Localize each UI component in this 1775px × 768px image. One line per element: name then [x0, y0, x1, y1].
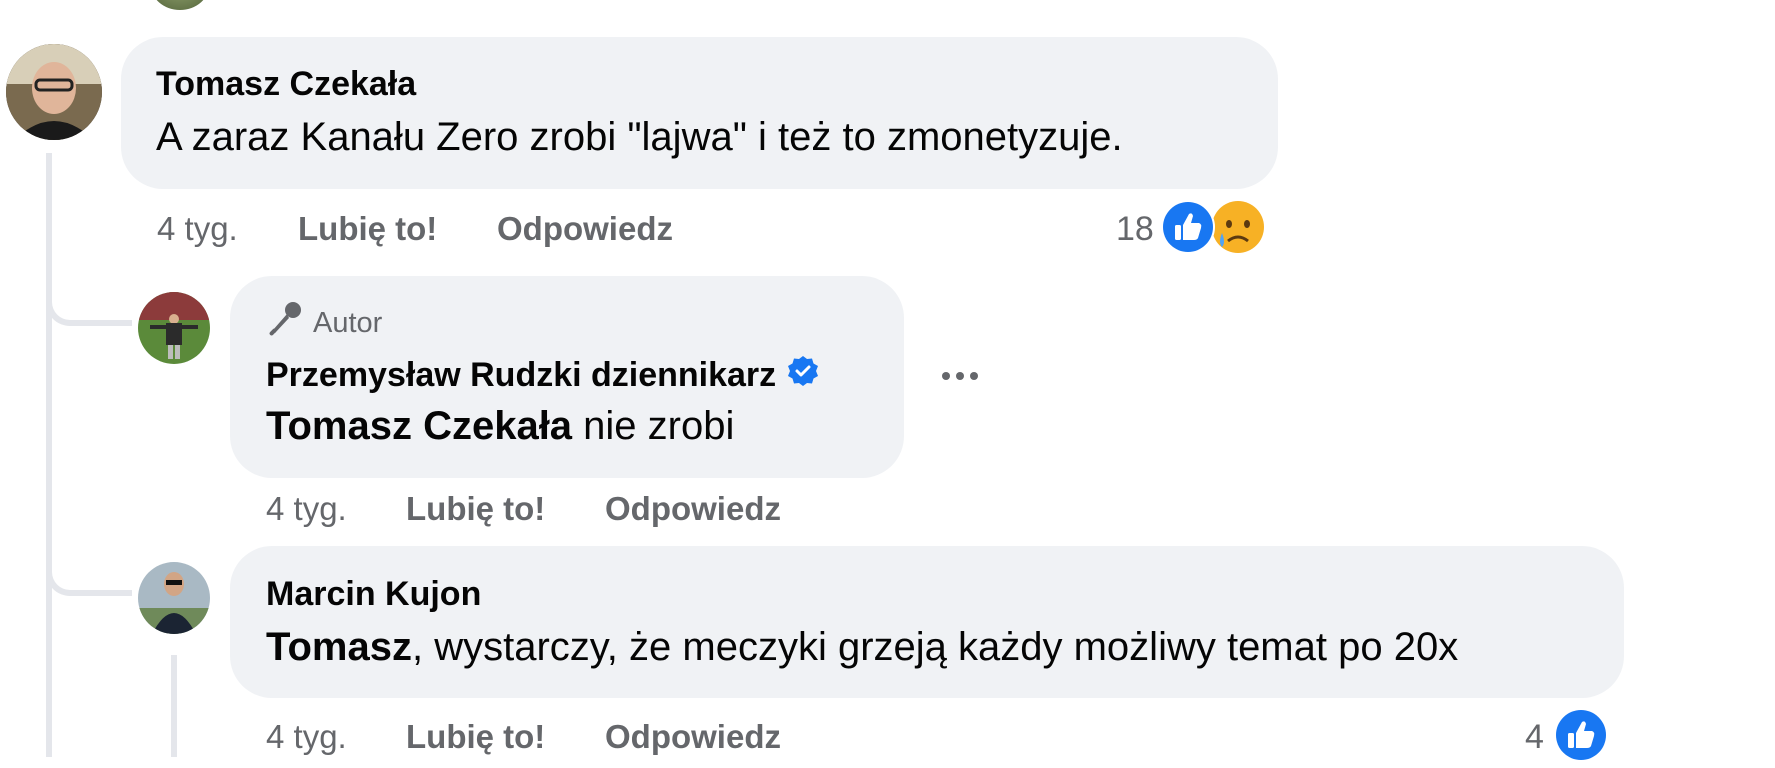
- mention-link[interactable]: Tomasz: [266, 625, 412, 669]
- more-dot: [970, 372, 978, 380]
- reply-author-name[interactable]: Przemysław Rudzki dziennikarz: [266, 354, 820, 397]
- thread-line: [46, 153, 52, 757]
- mention-link[interactable]: Tomasz Czekała: [266, 404, 572, 448]
- reply-button[interactable]: Odpowiedz: [605, 718, 781, 756]
- reaction-count[interactable]: 4: [1525, 718, 1544, 757]
- reply-bubble: [230, 546, 1624, 698]
- reply-text: Tomasz, wystarczy, że meczyki grzeją każ…: [266, 625, 1458, 670]
- avatar[interactable]: [138, 562, 210, 634]
- like-button[interactable]: Lubię to!: [406, 490, 545, 528]
- reaction-count[interactable]: 18: [1116, 210, 1154, 249]
- avatar[interactable]: [6, 44, 102, 140]
- more-dot: [942, 372, 950, 380]
- thread-line: [171, 655, 177, 757]
- comment-author-name[interactable]: Tomasz Czekała: [156, 65, 416, 104]
- verified-badge-icon: [786, 354, 820, 397]
- reply-text: Tomasz Czekała nie zrobi: [266, 404, 734, 449]
- like-button[interactable]: Lubię to!: [298, 210, 437, 248]
- reply-author-name[interactable]: Marcin Kujon: [266, 575, 481, 614]
- reply-timestamp[interactable]: 4 tyg.: [266, 490, 347, 528]
- reply-author-label: Przemysław Rudzki dziennikarz: [266, 356, 777, 394]
- reply-text-body: nie zrobi: [572, 404, 735, 448]
- author-badge: Autor: [265, 300, 382, 346]
- more-dot: [956, 372, 964, 380]
- reply-text-body: , wystarczy, że meczyki grzeją każdy moż…: [411, 625, 1459, 669]
- like-icon: [1553, 707, 1609, 763]
- like-button[interactable]: Lubię to!: [406, 718, 545, 756]
- reply-timestamp[interactable]: 4 tyg.: [266, 718, 347, 756]
- avatar[interactable]: [150, 0, 210, 10]
- microphone-icon: [265, 300, 303, 346]
- thread-connector: [46, 290, 132, 326]
- avatar[interactable]: [138, 292, 210, 364]
- thread-connector: [46, 560, 132, 596]
- comment-timestamp[interactable]: 4 tyg.: [157, 210, 238, 248]
- sad-icon: [1210, 199, 1266, 255]
- more-options-button[interactable]: [936, 360, 984, 392]
- author-badge-label: Autor: [313, 306, 383, 339]
- comment-text: A zaraz Kanału Zero zrobi "lajwa" i też …: [156, 115, 1123, 159]
- like-icon: [1160, 199, 1216, 255]
- comment-bubble: [121, 37, 1278, 189]
- reply-button[interactable]: Odpowiedz: [497, 210, 673, 248]
- reply-button[interactable]: Odpowiedz: [605, 490, 781, 528]
